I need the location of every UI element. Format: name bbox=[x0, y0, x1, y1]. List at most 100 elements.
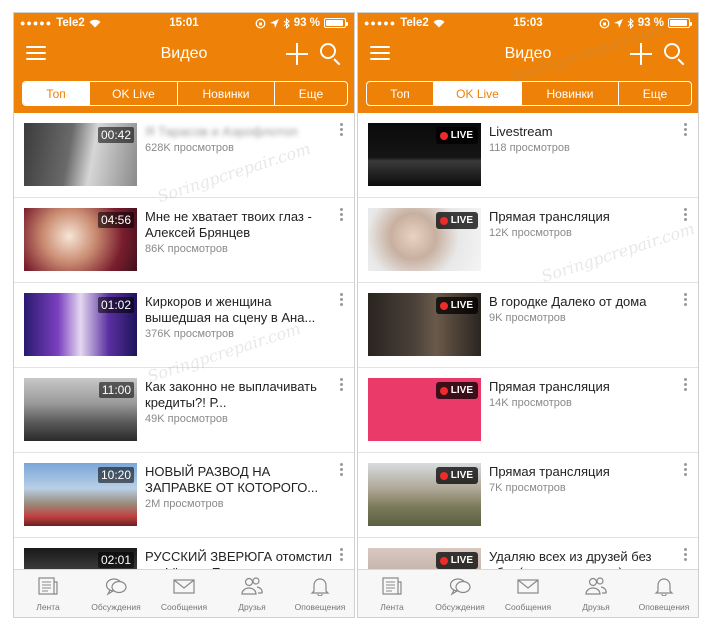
bottom-tab-discussions[interactable]: Обсуждения bbox=[426, 570, 494, 617]
video-thumbnail[interactable]: 04:56 bbox=[24, 208, 137, 271]
status-bar: ●●●●● Tele2 15:03 93 % bbox=[358, 13, 698, 35]
nav-bar: Видео bbox=[358, 35, 698, 75]
video-thumbnail[interactable]: 11:00 bbox=[24, 378, 137, 441]
live-item[interactable]: LIVE Livestream 118 просмотров bbox=[358, 113, 698, 198]
tab-new[interactable]: Новинки bbox=[177, 82, 274, 105]
more-options-icon[interactable] bbox=[339, 293, 343, 307]
stream-title: Прямая трансляция bbox=[489, 379, 610, 394]
stream-thumbnail[interactable]: LIVE bbox=[368, 463, 481, 526]
live-item[interactable]: LIVE Прямая трансляция 12K просмотров bbox=[358, 198, 698, 283]
phone-screen-top-videos: ●●●●● Tele2 15:01 93 % Видео Топ OK Live… bbox=[13, 12, 355, 618]
envelope-icon bbox=[517, 579, 539, 594]
rotation-lock-icon bbox=[255, 18, 266, 28]
bell-icon bbox=[654, 578, 674, 596]
video-title: НОВЫЙ РАЗВОД НА ЗАПРАВКЕ ОТ КОТОРОГО... bbox=[145, 464, 319, 495]
video-item[interactable]: 02:01 РУССКИЙ ЗВЕРЮГА отомстил за Фёдора… bbox=[14, 538, 354, 571]
bottom-tab-notifications[interactable]: Оповещения bbox=[286, 570, 354, 617]
tab-top[interactable]: Топ bbox=[367, 82, 433, 105]
bottom-tab-messages[interactable]: Сообщения bbox=[150, 570, 218, 617]
tab-new[interactable]: Новинки bbox=[521, 82, 618, 105]
live-item[interactable]: LIVE Удаляю всех из друзей без обид(кром… bbox=[358, 538, 698, 571]
video-duration: 10:20 bbox=[97, 467, 134, 483]
more-options-icon[interactable] bbox=[683, 378, 687, 392]
tab-more[interactable]: Еще bbox=[274, 82, 347, 105]
stream-views: 14K просмотров bbox=[489, 397, 572, 409]
more-options-icon[interactable] bbox=[683, 548, 687, 562]
stream-thumbnail[interactable]: LIVE bbox=[368, 208, 481, 271]
tab-top[interactable]: Топ bbox=[23, 82, 89, 105]
live-dot-icon bbox=[439, 301, 448, 310]
bottom-tab-feed[interactable]: Лента bbox=[14, 570, 82, 617]
video-duration: 02:01 bbox=[97, 552, 134, 568]
bottom-tab-notifications[interactable]: Оповещения bbox=[630, 570, 698, 617]
more-options-icon[interactable] bbox=[683, 123, 687, 137]
video-thumbnail[interactable]: 01:02 bbox=[24, 293, 137, 356]
live-badge: LIVE bbox=[435, 127, 478, 144]
tab-bar: Топ OK Live Новинки Еще bbox=[366, 81, 692, 106]
bottom-tab-bar: Лента Обсуждения Сообщения Друзья Оповещ… bbox=[14, 569, 354, 617]
live-badge: LIVE bbox=[435, 467, 478, 484]
video-views: 628K просмотров bbox=[145, 142, 234, 154]
rotation-lock-icon bbox=[599, 18, 610, 28]
stream-thumbnail[interactable]: LIVE bbox=[368, 548, 481, 571]
stream-thumbnail[interactable]: LIVE bbox=[368, 378, 481, 441]
video-views: 2M просмотров bbox=[145, 498, 224, 510]
stream-thumbnail[interactable]: LIVE bbox=[368, 293, 481, 356]
search-icon[interactable] bbox=[320, 43, 342, 66]
envelope-icon bbox=[173, 579, 195, 594]
video-item[interactable]: 04:56 Мне не хватает твоих глаз - Алексе… bbox=[14, 198, 354, 283]
bottom-tab-discussions[interactable]: Обсуждения bbox=[82, 570, 150, 617]
friends-icon bbox=[585, 577, 607, 595]
stream-title: Livestream bbox=[489, 124, 553, 139]
stream-thumbnail[interactable]: LIVE bbox=[368, 123, 481, 186]
live-item[interactable]: LIVE Прямая трансляция 7K просмотров bbox=[358, 453, 698, 538]
video-title: Я Тарасов и Аэрофлотоп bbox=[145, 124, 298, 139]
tab-more[interactable]: Еще bbox=[618, 82, 691, 105]
bottom-tab-label: Сообщения bbox=[504, 602, 552, 612]
video-thumbnail[interactable]: 00:42 bbox=[24, 123, 137, 186]
more-options-icon[interactable] bbox=[339, 208, 343, 222]
video-item[interactable]: 01:02 Киркоров и женщина вышедшая на сце… bbox=[14, 283, 354, 368]
bottom-tab-label: Обсуждения bbox=[435, 602, 485, 612]
bottom-tab-bar: Лента Обсуждения Сообщения Друзья Оповещ… bbox=[358, 569, 698, 617]
video-item[interactable]: 11:00 Как законно не выплачивать кредиты… bbox=[14, 368, 354, 453]
video-thumbnail[interactable]: 02:01 bbox=[24, 548, 137, 571]
video-duration: 04:56 bbox=[97, 212, 134, 228]
live-stream-list: LIVE Livestream 118 просмотров LIVE Прям… bbox=[358, 113, 698, 571]
more-options-icon[interactable] bbox=[339, 463, 343, 477]
nav-bar: Видео bbox=[14, 35, 354, 75]
bottom-tab-label: Лента bbox=[36, 602, 60, 612]
live-dot-icon bbox=[439, 386, 448, 395]
live-dot-icon bbox=[439, 131, 448, 140]
more-options-icon[interactable] bbox=[339, 123, 343, 137]
more-options-icon[interactable] bbox=[339, 548, 343, 562]
bottom-tab-messages[interactable]: Сообщения bbox=[494, 570, 562, 617]
stream-title: Прямая трансляция bbox=[489, 209, 610, 224]
stream-views: 7K просмотров bbox=[489, 482, 566, 494]
bottom-tab-label: Друзья bbox=[238, 602, 266, 612]
video-title: Киркоров и женщина вышедшая на сцену в А… bbox=[145, 294, 316, 325]
video-views: 376K просмотров bbox=[145, 328, 234, 340]
bottom-tab-friends[interactable]: Друзья bbox=[218, 570, 286, 617]
tab-ok-live[interactable]: OK Live bbox=[89, 82, 177, 105]
video-thumbnail[interactable]: 10:20 bbox=[24, 463, 137, 526]
bottom-tab-label: Обсуждения bbox=[91, 602, 141, 612]
more-options-icon[interactable] bbox=[683, 208, 687, 222]
video-duration: 11:00 bbox=[98, 382, 134, 398]
search-icon[interactable] bbox=[664, 43, 686, 66]
more-options-icon[interactable] bbox=[683, 293, 687, 307]
live-badge: LIVE bbox=[435, 382, 478, 399]
add-icon[interactable] bbox=[630, 43, 652, 65]
more-options-icon[interactable] bbox=[339, 378, 343, 392]
more-options-icon[interactable] bbox=[683, 463, 687, 477]
phone-screen-ok-live: ●●●●● Tele2 15:03 93 % Видео Топ OK Live… bbox=[357, 12, 699, 618]
live-item[interactable]: LIVE Прямая трансляция 14K просмотров bbox=[358, 368, 698, 453]
video-item[interactable]: 10:20 НОВЫЙ РАЗВОД НА ЗАПРАВКЕ ОТ КОТОРО… bbox=[14, 453, 354, 538]
bottom-tab-feed[interactable]: Лента bbox=[358, 570, 426, 617]
tab-ok-live[interactable]: OK Live bbox=[433, 82, 521, 105]
status-bar: ●●●●● Tele2 15:01 93 % bbox=[14, 13, 354, 35]
live-item[interactable]: LIVE В городке Далеко от дома 9K просмот… bbox=[358, 283, 698, 368]
bottom-tab-friends[interactable]: Друзья bbox=[562, 570, 630, 617]
video-item[interactable]: 00:42 Я Тарасов и Аэрофлотоп 628K просмо… bbox=[14, 113, 354, 198]
add-icon[interactable] bbox=[286, 43, 308, 65]
